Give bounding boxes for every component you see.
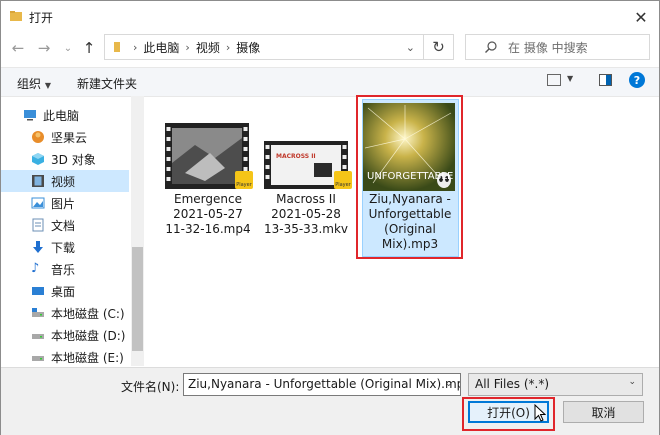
up-button[interactable]: ↑ (80, 39, 98, 57)
chevron-down-icon: ⌄ (628, 377, 636, 387)
refresh-icon: ↻ (432, 38, 445, 56)
badge-label: Player (236, 182, 252, 188)
chevron-right-icon: › (185, 40, 190, 54)
title-bar[interactable]: 打开 ✕ (1, 1, 659, 33)
refresh-button[interactable]: ↻ (424, 34, 454, 60)
arrow-right-icon: → (37, 39, 51, 57)
filename-dropdown-icon[interactable]: ⌄ (445, 379, 453, 389)
sidebar-item-label: 本地磁盘 (D:) (51, 328, 126, 343)
file-name-emergence[interactable]: Emergence 2021-05-27 11-32-16.mp4 (161, 192, 255, 237)
sidebar-item-3d-objects[interactable]: 3D 对象 (1, 148, 144, 170)
badge-label: Player (335, 182, 351, 188)
breadcrumb-videos[interactable]: 视频 (196, 39, 220, 56)
help-icon[interactable]: ? (629, 72, 645, 88)
arrow-up-icon: ↑ (82, 39, 96, 57)
chevron-down-icon: ⌄ (63, 42, 73, 54)
address-dropdown-icon[interactable]: ⌄ (406, 41, 415, 54)
folder-icon (10, 11, 22, 21)
sidebar-item-music[interactable]: ♪ 音乐 (1, 258, 144, 280)
sidebar-item-label: 本地磁盘 (E:) (51, 350, 124, 365)
arrow-left-icon: ← (11, 39, 25, 57)
search-placeholder: 在 摄像 中搜索 (508, 40, 588, 55)
sidebar-item-pictures[interactable]: 图片 (1, 192, 144, 214)
sidebar-item-drive-c[interactable]: 本地磁盘 (C:) (1, 302, 144, 324)
sidebar-item-nutstore[interactable]: 坚果云 (1, 126, 144, 148)
sidebar-item-documents[interactable]: 文档 (1, 214, 144, 236)
caret-down-icon: ▼ (44, 81, 51, 90)
file-type-value: All Files (*.*) (475, 377, 550, 391)
file-name-line: 2021-05-28 (271, 207, 341, 221)
cancel-button-label: 取消 (591, 405, 616, 420)
sidebar-item-label: 图片 (51, 196, 76, 211)
sidebar-item-videos[interactable]: 视频 (1, 170, 129, 192)
cancel-button[interactable]: 取消 (563, 401, 644, 423)
folder-icon (114, 42, 120, 52)
scrollbar-thumb[interactable] (132, 247, 143, 351)
window-title: 打开 (29, 11, 54, 25)
organize-label: 组织 (17, 77, 42, 91)
recent-locations-button[interactable]: ⌄ (59, 39, 77, 57)
documents-icon (32, 218, 44, 232)
thumbnail-text: MACROSS II (276, 153, 316, 160)
open-file-dialog: 打开 ✕ ← → ⌄ ↑ › 此电脑 › 视频 › 摄像 ⌄ ↻ 在 摄像 中搜… (0, 0, 660, 435)
search-input[interactable]: 在 摄像 中搜索 (465, 34, 650, 60)
sidebar-item-label: 下载 (51, 240, 76, 255)
chevron-right-icon: › (225, 40, 231, 54)
sidebar-item-drive-d[interactable]: 本地磁盘 (D:) (1, 324, 144, 346)
nutstore-icon (32, 131, 44, 143)
view-dropdown-icon[interactable]: ▼ (567, 74, 573, 83)
close-icon: ✕ (634, 7, 648, 27)
command-bar: 组织 ▼ 新建文件夹 ▼ ? (1, 67, 659, 97)
file-name-line: 13-35-33.mkv (263, 222, 349, 236)
sidebar-item-label: 此电脑 (43, 108, 80, 123)
address-bar[interactable]: › 此电脑 › 视频 › 摄像 ⌄ (104, 34, 424, 60)
sidebar-item-label: 本地磁盘 (C:) (51, 306, 125, 321)
chevron-right-icon: › (133, 40, 138, 54)
filename-input[interactable]: Ziu,Nyanara - Unforgettable (Original Mi… (183, 373, 461, 396)
video-folder-icon (32, 175, 44, 187)
close-button[interactable]: ✕ (623, 1, 659, 33)
sidebar-item-desktop[interactable]: 桌面 (1, 280, 144, 302)
file-name-line: Macross II (276, 192, 336, 206)
file-name-macross[interactable]: Macross II 2021-05-28 13-35-33.mkv (259, 192, 353, 237)
file-name-line: 2021-05-27 (173, 207, 243, 221)
organize-menu[interactable]: 组织 ▼ (17, 75, 51, 92)
music-icon: ♪ (31, 261, 40, 276)
filename-label: 文件名(N): (121, 380, 180, 394)
sidebar-item-label: 桌面 (51, 284, 76, 299)
sidebar-item-this-pc[interactable]: 此电脑 (1, 104, 144, 126)
search-icon (485, 41, 497, 53)
pc-icon (24, 110, 36, 121)
navigation-pane: 此电脑 坚果云 3D 对象 视频 图片 文档 下载 ♪ 音乐 桌面 本地磁盘 (… (1, 96, 144, 366)
breadcrumb-this-pc[interactable]: 此电脑 (143, 39, 179, 56)
sidebar-item-label: 坚果云 (51, 130, 88, 145)
sidebar-item-drive-e[interactable]: 本地磁盘 (E:) (1, 346, 144, 366)
file-name-line: 11-32-16.mp4 (165, 222, 251, 236)
preview-pane-icon[interactable] (599, 74, 612, 86)
player-badge-icon: Player (235, 171, 253, 189)
sidebar-item-label: 音乐 (51, 262, 76, 277)
sidebar-item-downloads[interactable]: 下载 (1, 236, 144, 258)
back-button[interactable]: ← (9, 39, 27, 57)
forward-button[interactable]: → (35, 39, 53, 57)
file-name-line: Emergence (174, 192, 242, 206)
3d-objects-icon (32, 153, 44, 165)
highlight-box-selected-file (356, 95, 463, 259)
file-type-select[interactable]: All Files (*.*) ⌄ (468, 373, 643, 396)
sidebar-item-label: 文档 (51, 218, 76, 233)
drive-icon (32, 308, 44, 317)
drive-icon (32, 334, 44, 339)
view-options-icon[interactable] (547, 74, 561, 86)
breadcrumb-camera[interactable]: 摄像 (236, 39, 260, 56)
sidebar-item-label: 3D 对象 (51, 152, 96, 167)
player-badge-icon: Player (334, 171, 352, 189)
desktop-icon (32, 287, 44, 295)
drive-icon (32, 356, 44, 361)
pictures-icon (31, 197, 45, 209)
downloads-icon (33, 241, 43, 253)
new-folder-button[interactable]: 新建文件夹 (77, 75, 137, 92)
sidebar-item-label: 视频 (51, 174, 76, 189)
highlight-box-open-button (462, 397, 555, 431)
